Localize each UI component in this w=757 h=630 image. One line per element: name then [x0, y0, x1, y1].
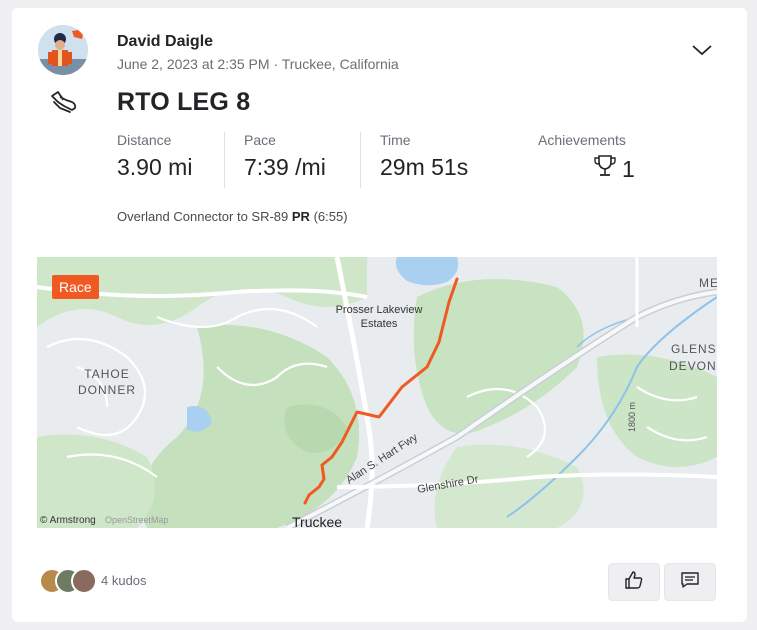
map-label-me: ME	[699, 276, 717, 290]
comment-button[interactable]	[664, 563, 716, 601]
stat-divider	[360, 132, 361, 188]
race-badge: Race	[52, 275, 99, 299]
kudos-count[interactable]: 4 kudos	[101, 573, 147, 588]
activity-meta: June 2, 2023 at 2:35 PM · Truckee, Calif…	[117, 56, 399, 72]
kudos-avatars[interactable]	[39, 568, 99, 596]
stat-distance-label: Distance	[117, 132, 172, 148]
kudos-avatar	[71, 568, 97, 594]
stat-pace: Pace 7:39 /mi	[244, 132, 326, 181]
map-label-prosser-2: Estates	[361, 318, 398, 330]
map-label-tahoe: TAHOE	[84, 367, 129, 381]
athlete-avatar[interactable]	[38, 25, 88, 75]
segment-name: Overland Connector to SR-89	[117, 209, 289, 224]
stat-time-label: Time	[380, 132, 411, 148]
athlete-name[interactable]: David Daigle	[117, 33, 213, 51]
stat-time: Time 29m 51s	[380, 132, 468, 181]
map-label-donner: DONNER	[78, 383, 136, 397]
stat-pace-value: 7:39 /mi	[244, 154, 326, 180]
segment-pr[interactable]: Overland Connector to SR-89 PR (6:55)	[117, 209, 348, 224]
achievements-value: 1	[622, 155, 635, 182]
comment-icon	[680, 570, 700, 595]
achievements-count[interactable]: 1	[594, 154, 635, 184]
trophy-icon	[594, 154, 616, 184]
segment-pr-time: (6:55)	[313, 209, 348, 224]
run-shoe-icon	[48, 88, 80, 120]
stat-divider	[224, 132, 225, 188]
map-label-glens: GLENS	[671, 342, 717, 356]
stat-distance: Distance 3.90 mi	[117, 132, 192, 181]
stat-time-value: 29m 51s	[380, 154, 469, 180]
kudos-button[interactable]	[608, 563, 660, 601]
map-label-devon: DEVON	[669, 359, 717, 373]
stat-distance-value: 3.90 mi	[117, 154, 193, 180]
map-label-truckee: Truckee	[292, 514, 342, 528]
chevron-down-icon[interactable]	[690, 38, 714, 62]
map-label-road-1800: 1800 m	[627, 402, 637, 432]
thumbs-up-icon	[624, 570, 644, 595]
activity-card: David Daigle June 2, 2023 at 2:35 PM · T…	[12, 8, 747, 622]
map-attribution: © Armstrong	[40, 515, 96, 526]
stat-achievements-label: Achievements	[538, 132, 626, 148]
stat-achievements: Achievements	[538, 132, 626, 148]
map-label-prosser-1: Prosser Lakeview	[336, 304, 423, 316]
map-attribution-osm: OpenStreetMap	[105, 515, 169, 525]
stat-pace-label: Pace	[244, 132, 276, 148]
route-map[interactable]: Prosser Lakeview Estates TAHOE DONNER GL…	[37, 257, 717, 528]
segment-pr-label: PR	[291, 209, 310, 224]
activity-title[interactable]: RTO LEG 8	[117, 88, 250, 117]
